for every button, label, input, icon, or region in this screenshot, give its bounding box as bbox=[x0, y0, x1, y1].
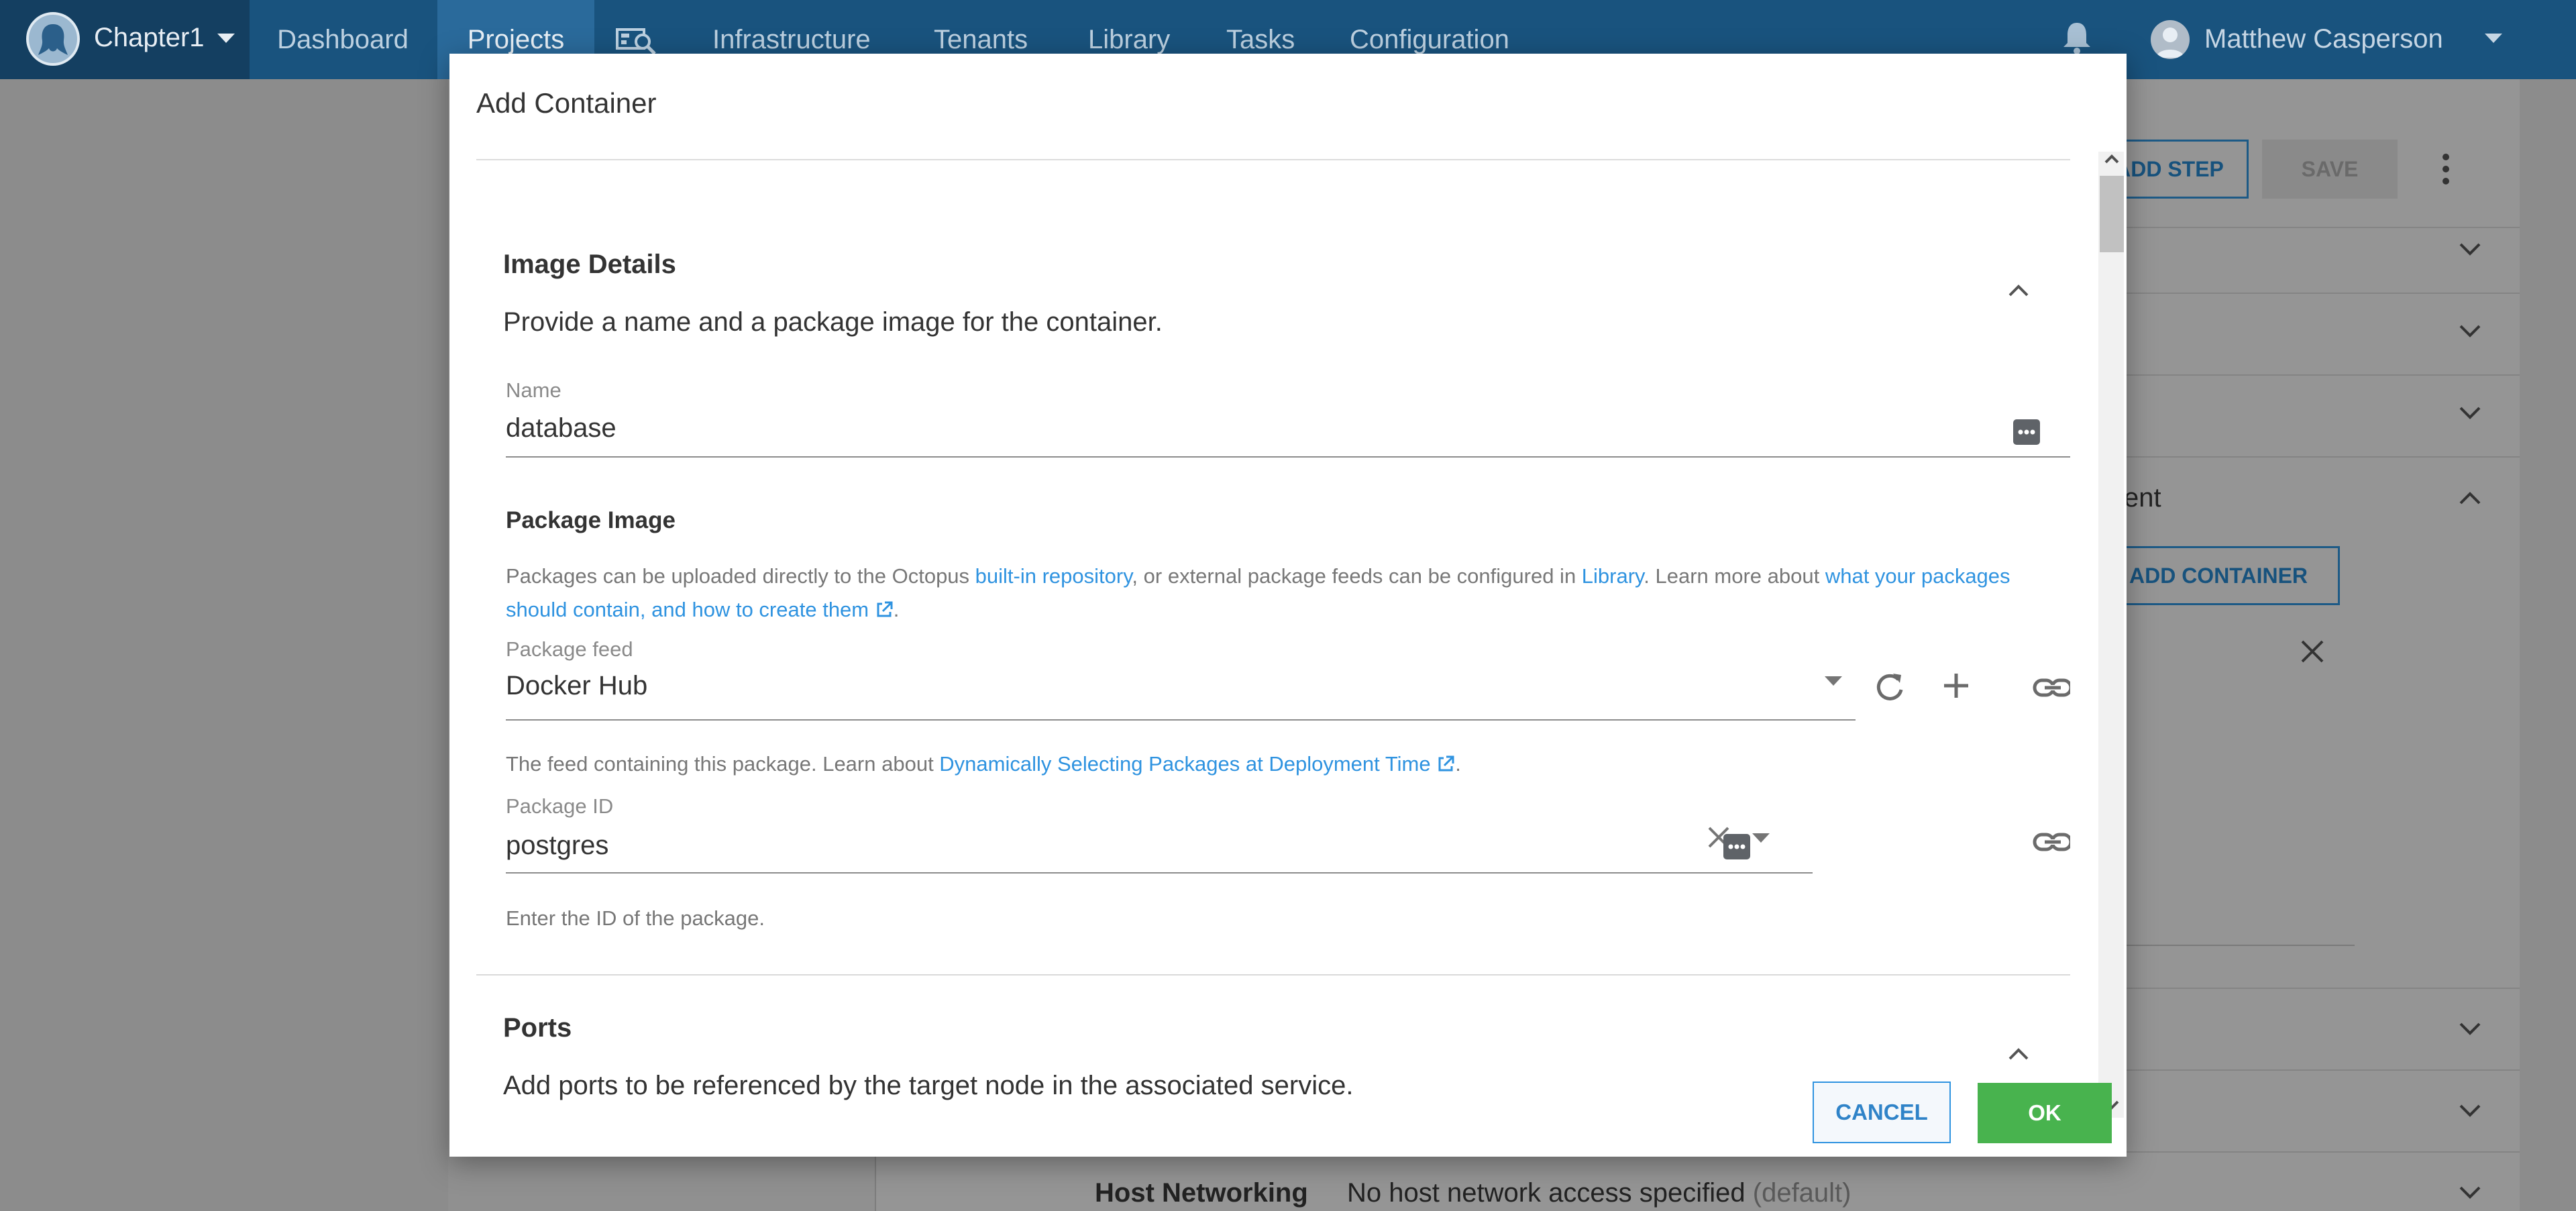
package-feed-label: Package feed bbox=[506, 637, 633, 661]
field-underline bbox=[506, 719, 1856, 721]
add-container-dialog: Add Container Image Details Provide a na… bbox=[449, 54, 2127, 1157]
section-title-ports: Ports bbox=[503, 1013, 572, 1043]
divider bbox=[2125, 227, 2520, 228]
divider bbox=[2125, 1151, 2520, 1153]
hint-text: Packages can be uploaded directly to the… bbox=[506, 564, 975, 588]
chevron-down-icon[interactable] bbox=[2485, 34, 2502, 44]
host-networking-value: No host network access specified (defaul… bbox=[1347, 1178, 1851, 1208]
chevron-up-icon[interactable] bbox=[2008, 284, 2029, 297]
dropdown-arrow-icon[interactable] bbox=[1825, 676, 1842, 687]
add-container-button[interactable]: ADD CONTAINER bbox=[2097, 546, 2340, 605]
chevron-down-icon[interactable] bbox=[2459, 325, 2481, 338]
package-feed-select[interactable]: Docker Hub bbox=[506, 671, 647, 701]
default-badge: (default) bbox=[1752, 1178, 1851, 1208]
chevron-down-icon[interactable] bbox=[2459, 1104, 2481, 1118]
name-field[interactable]: database bbox=[506, 413, 616, 443]
chevron-down-icon bbox=[217, 34, 235, 43]
divider bbox=[2125, 1069, 2520, 1071]
hint-text: . bbox=[893, 598, 900, 621]
space-logo-icon bbox=[26, 12, 80, 66]
refresh-icon[interactable] bbox=[1873, 670, 1907, 703]
package-id-hint: Enter the ID of the package. bbox=[506, 906, 765, 930]
chevron-down-icon[interactable] bbox=[2459, 1022, 2481, 1036]
package-hint: Packages can be uploaded directly to the… bbox=[506, 560, 2070, 627]
dialog-content: Image Details Provide a name and a packa… bbox=[476, 161, 2070, 1124]
section-description: Provide a name and a package image for t… bbox=[503, 307, 1163, 337]
scrollbar[interactable] bbox=[2098, 152, 2124, 1118]
divider bbox=[2125, 456, 2520, 458]
section-description: Add ports to be referenced by the target… bbox=[503, 1071, 1354, 1100]
space-name: Chapter1 bbox=[94, 23, 205, 52]
search-machines-icon[interactable] bbox=[616, 24, 657, 55]
external-link-icon bbox=[1438, 755, 1454, 772]
chevron-down-icon[interactable] bbox=[2459, 407, 2481, 420]
bell-icon[interactable] bbox=[2061, 20, 2093, 55]
overflow-menu-icon[interactable] bbox=[2440, 149, 2451, 189]
user-name[interactable]: Matthew Casperson bbox=[2204, 24, 2443, 54]
divider bbox=[476, 974, 2070, 976]
field-underline bbox=[506, 456, 2070, 458]
hint-text: . bbox=[1455, 752, 1461, 776]
host-networking-text: No host network access specified bbox=[1347, 1178, 1746, 1208]
name-label: Name bbox=[506, 378, 561, 402]
divider bbox=[2125, 374, 2520, 376]
save-button[interactable]: SAVE bbox=[2262, 140, 2398, 199]
variable-insert-icon[interactable] bbox=[1723, 833, 1751, 860]
dialog-title: Add Container bbox=[476, 87, 657, 119]
scrollbar-thumb[interactable] bbox=[2100, 176, 2124, 252]
section-title-fragment: ent bbox=[2124, 483, 2161, 513]
space-switcher[interactable]: Chapter1 bbox=[0, 0, 250, 79]
cancel-button[interactable]: CANCEL bbox=[1813, 1082, 1951, 1143]
ok-button[interactable]: OK bbox=[1978, 1083, 2112, 1143]
add-icon[interactable] bbox=[1941, 671, 1971, 700]
hint-text: . Learn more about bbox=[1644, 564, 1825, 588]
external-link-icon bbox=[877, 601, 893, 617]
chevron-up-icon[interactable] bbox=[2008, 1048, 2029, 1060]
dynamic-packages-docs-link[interactable]: Dynamically Selecting Packages at Deploy… bbox=[939, 752, 1455, 776]
built-in-repository-link[interactable]: built-in repository bbox=[975, 564, 1132, 588]
hint-text: , or external package feeds can be confi… bbox=[1132, 564, 1582, 588]
section-title-package-image: Package Image bbox=[506, 507, 676, 533]
library-link[interactable]: Library bbox=[1582, 564, 1644, 588]
host-networking-label: Host Networking bbox=[1095, 1178, 1308, 1208]
hint-text: The feed containing this package. Learn … bbox=[506, 752, 940, 776]
link-icon[interactable] bbox=[2033, 832, 2070, 852]
chevron-up-icon[interactable] bbox=[2459, 491, 2481, 505]
chevron-down-icon[interactable] bbox=[2459, 1186, 2481, 1200]
dropdown-arrow-icon[interactable] bbox=[1752, 833, 1770, 844]
variable-insert-icon[interactable] bbox=[2012, 419, 2041, 445]
field-underline bbox=[506, 872, 1813, 874]
nav-dashboard[interactable]: Dashboard bbox=[250, 0, 436, 79]
divider bbox=[2125, 293, 2520, 294]
close-icon[interactable] bbox=[2300, 639, 2325, 664]
package-id-label: Package ID bbox=[506, 794, 614, 818]
field-underline bbox=[2124, 945, 2355, 946]
package-id-field[interactable]: postgres bbox=[506, 831, 608, 861]
chevron-down-icon[interactable] bbox=[2459, 243, 2481, 256]
link-text: Dynamically Selecting Packages at Deploy… bbox=[939, 752, 1431, 776]
link-icon[interactable] bbox=[2033, 678, 2070, 698]
package-feed-hint: The feed containing this package. Learn … bbox=[506, 747, 1461, 781]
avatar[interactable] bbox=[2151, 20, 2190, 59]
divider bbox=[476, 159, 2070, 160]
divider bbox=[2125, 988, 2520, 989]
section-title-image-details: Image Details bbox=[503, 250, 676, 279]
scroll-up-arrow-icon[interactable] bbox=[2104, 153, 2120, 165]
